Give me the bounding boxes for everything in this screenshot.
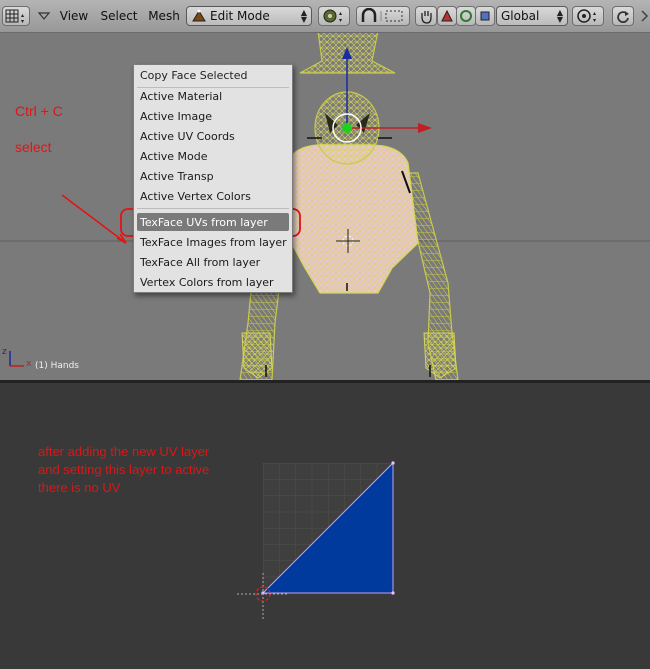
- svg-text:▴: ▴: [339, 10, 342, 17]
- hand-icon: [421, 11, 432, 24]
- select-annotation: select: [15, 139, 52, 155]
- collapse-menu-icon[interactable]: [35, 6, 53, 26]
- svg-text:▴: ▴: [593, 10, 596, 17]
- proportional-edit-button[interactable]: [356, 6, 410, 26]
- copy-face-context-menu: Copy Face Selected Active Material Activ…: [133, 64, 293, 293]
- orientation-label: Global: [501, 9, 540, 23]
- chevron-updown-icon: ▲ ▼: [300, 8, 307, 24]
- refresh-icon: [617, 11, 629, 23]
- pivot-icon: ▴▾: [323, 9, 342, 24]
- 3d-viewport[interactable]: Ctrl + C select z x (1) Hands: [0, 33, 650, 380]
- svg-text:▾: ▾: [593, 17, 596, 24]
- menu-divider: [137, 208, 289, 209]
- transform-orientation-select[interactable]: Global ▲ ▼: [496, 6, 568, 26]
- mode-select-label: Edit Mode: [210, 9, 270, 23]
- axis-x-label: x: [26, 359, 32, 369]
- square-icon: [480, 11, 490, 21]
- pivot-point-button[interactable]: ▴ ▾: [318, 6, 350, 26]
- translate-manipulator-button[interactable]: [437, 6, 457, 26]
- header-toolbar: ▴ ▾ View Select Mesh Edit Mode ▲ ▼ ▴ ▾ G…: [0, 0, 650, 33]
- object-name-label: (1) Hands: [35, 361, 79, 371]
- menu-divider: [137, 87, 289, 88]
- lock-view-button[interactable]: [612, 6, 634, 26]
- svg-text:▾: ▾: [21, 18, 24, 24]
- menu-view[interactable]: View: [56, 6, 92, 26]
- menu-item-active-vertex-colors[interactable]: Active Vertex Colors: [140, 190, 251, 203]
- triangle-icon: [441, 10, 453, 22]
- ring-icon: [460, 10, 472, 22]
- menu-item-texface-images-from-layer[interactable]: TexFace Images from layer: [140, 236, 287, 249]
- manipulator-toggle[interactable]: [415, 6, 437, 26]
- menu-title: Copy Face Selected: [140, 69, 248, 82]
- target-icon: ▴▾: [577, 9, 596, 24]
- menu-mesh[interactable]: Mesh: [145, 6, 183, 26]
- uv-canvas: [237, 461, 395, 619]
- menu-item-active-uv-coords[interactable]: Active UV Coords: [140, 130, 235, 143]
- menu-item-active-mode[interactable]: Active Mode: [140, 150, 208, 163]
- rotate-manipulator-button[interactable]: [456, 6, 476, 26]
- chevron-updown-icon: ▲ ▼: [556, 8, 563, 24]
- shortcut-annotation: Ctrl + C: [15, 103, 63, 119]
- uv-editor[interactable]: after adding the new UV layer and settin…: [0, 383, 650, 669]
- mesh-wireframe: [0, 33, 650, 380]
- editor-type-button[interactable]: ▴ ▾: [2, 6, 30, 26]
- edit-mode-icon: [192, 9, 206, 22]
- menu-item-active-material[interactable]: Active Material: [140, 90, 222, 103]
- menu-item-active-image[interactable]: Active Image: [140, 110, 212, 123]
- layers-button[interactable]: ▴ ▾: [572, 6, 604, 26]
- overflow-icon: [640, 6, 650, 26]
- menu-item-vertex-colors-from-layer[interactable]: Vertex Colors from layer: [140, 276, 274, 289]
- menu-select[interactable]: Select: [97, 6, 141, 26]
- magnet-icon: [361, 8, 403, 22]
- svg-text:▾: ▾: [339, 17, 342, 24]
- menu-item-texface-all-from-layer[interactable]: TexFace All from layer: [140, 256, 260, 269]
- menu-item-active-transp[interactable]: Active Transp: [140, 170, 214, 183]
- mode-select[interactable]: Edit Mode ▲ ▼: [186, 6, 312, 26]
- axis-z-label: z: [2, 347, 7, 357]
- menu-item-texface-uvs-from-layer[interactable]: TexFace UVs from layer: [140, 216, 268, 229]
- scale-manipulator-button[interactable]: [475, 6, 495, 26]
- grid-icon: ▴▾: [5, 9, 24, 24]
